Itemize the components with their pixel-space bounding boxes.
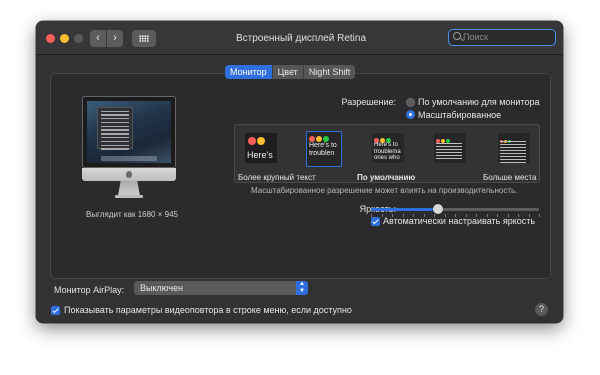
tab-color[interactable]: Цвет (273, 65, 304, 79)
scale-option-text-lines (436, 141, 462, 159)
search-input[interactable] (463, 30, 551, 44)
auto-brightness-checkbox[interactable] (371, 217, 380, 226)
mirroring-options-label[interactable]: Показывать параметры видеоповтора в стро… (64, 305, 352, 315)
brightness-slider-fill (371, 208, 439, 211)
scale-option-text-lines (500, 139, 526, 163)
airplay-select[interactable]: Выключен ▲ ▼ (134, 281, 308, 295)
search-icon (453, 32, 461, 40)
scale-option-default[interactable]: Here's to troublen (306, 131, 342, 167)
imac-preview-image (82, 96, 176, 203)
resolution-scaled-label[interactable]: Масштабированное (418, 110, 501, 120)
scale-option-more-space[interactable] (498, 133, 530, 163)
chevron-updown-icon: ▲ ▼ (296, 281, 308, 295)
scale-caption-more-space: Больше места (483, 173, 537, 182)
imac-foot (115, 195, 143, 198)
scale-option-4[interactable] (434, 133, 466, 163)
scale-option-3[interactable]: Here's to troublema ones who (372, 133, 404, 163)
chevron-right-icon: › (113, 32, 117, 44)
scale-option-sample-text: Here's to troublema ones who (374, 142, 401, 161)
airplay-label: Монитор AirPlay: (54, 285, 125, 295)
resolution-label: Разрешение: (341, 97, 396, 107)
show-all-button[interactable] (132, 30, 156, 47)
back-button[interactable]: ‹ (90, 30, 106, 47)
grid-icon (139, 35, 149, 42)
scale-option-sample-text: Here's (247, 150, 273, 160)
resolution-scaled-radio[interactable] (406, 110, 415, 119)
chevron-left-icon: ‹ (96, 32, 100, 44)
tab-display[interactable]: Монитор (225, 65, 273, 79)
imac-screen (87, 101, 171, 163)
auto-brightness-label[interactable]: Автоматически настраивать яркость (383, 216, 535, 226)
looks-like-label: Выглядит как 1680 × 945 (86, 210, 178, 219)
imac-stand (118, 181, 140, 196)
airplay-select-value: Выключен (140, 283, 183, 293)
window-title: Встроенный дисплей Retina (235, 33, 367, 44)
apple-logo-icon (126, 171, 132, 178)
imac-bezel (82, 96, 176, 168)
preferences-window: ‹ › Встроенный дисплей Retina Монитор Цв… (36, 21, 563, 323)
slider-tick (539, 214, 540, 217)
scale-caption-larger-text: Более крупный текст (238, 173, 316, 182)
help-button[interactable]: ? (535, 303, 548, 316)
title-bar: ‹ › Встроенный дисплей Retina (36, 21, 563, 55)
tab-night-shift[interactable]: Night Shift (304, 65, 356, 79)
search-field[interactable] (448, 29, 556, 46)
zoom-window-button (74, 34, 83, 43)
preview-document (97, 107, 133, 150)
forward-button[interactable]: › (107, 30, 123, 47)
close-window-button[interactable] (46, 34, 55, 43)
preview-dock (101, 156, 157, 161)
minimize-window-button[interactable] (60, 34, 69, 43)
brightness-slider[interactable] (371, 204, 539, 214)
performance-warning: Масштабированное разрешение может влиять… (251, 186, 518, 195)
tab-bar: Монитор Цвет Night Shift (225, 65, 356, 79)
scale-option-larger-text[interactable]: Here's (245, 133, 277, 163)
mirroring-options-checkbox[interactable] (51, 306, 60, 315)
resolution-default-label[interactable]: По умолчанию для монитора (418, 97, 539, 107)
scale-caption-default: По умолчанию (357, 173, 416, 182)
resolution-default-radio[interactable] (406, 98, 415, 107)
scale-option-sample-text: Here's to troublen (309, 142, 337, 157)
